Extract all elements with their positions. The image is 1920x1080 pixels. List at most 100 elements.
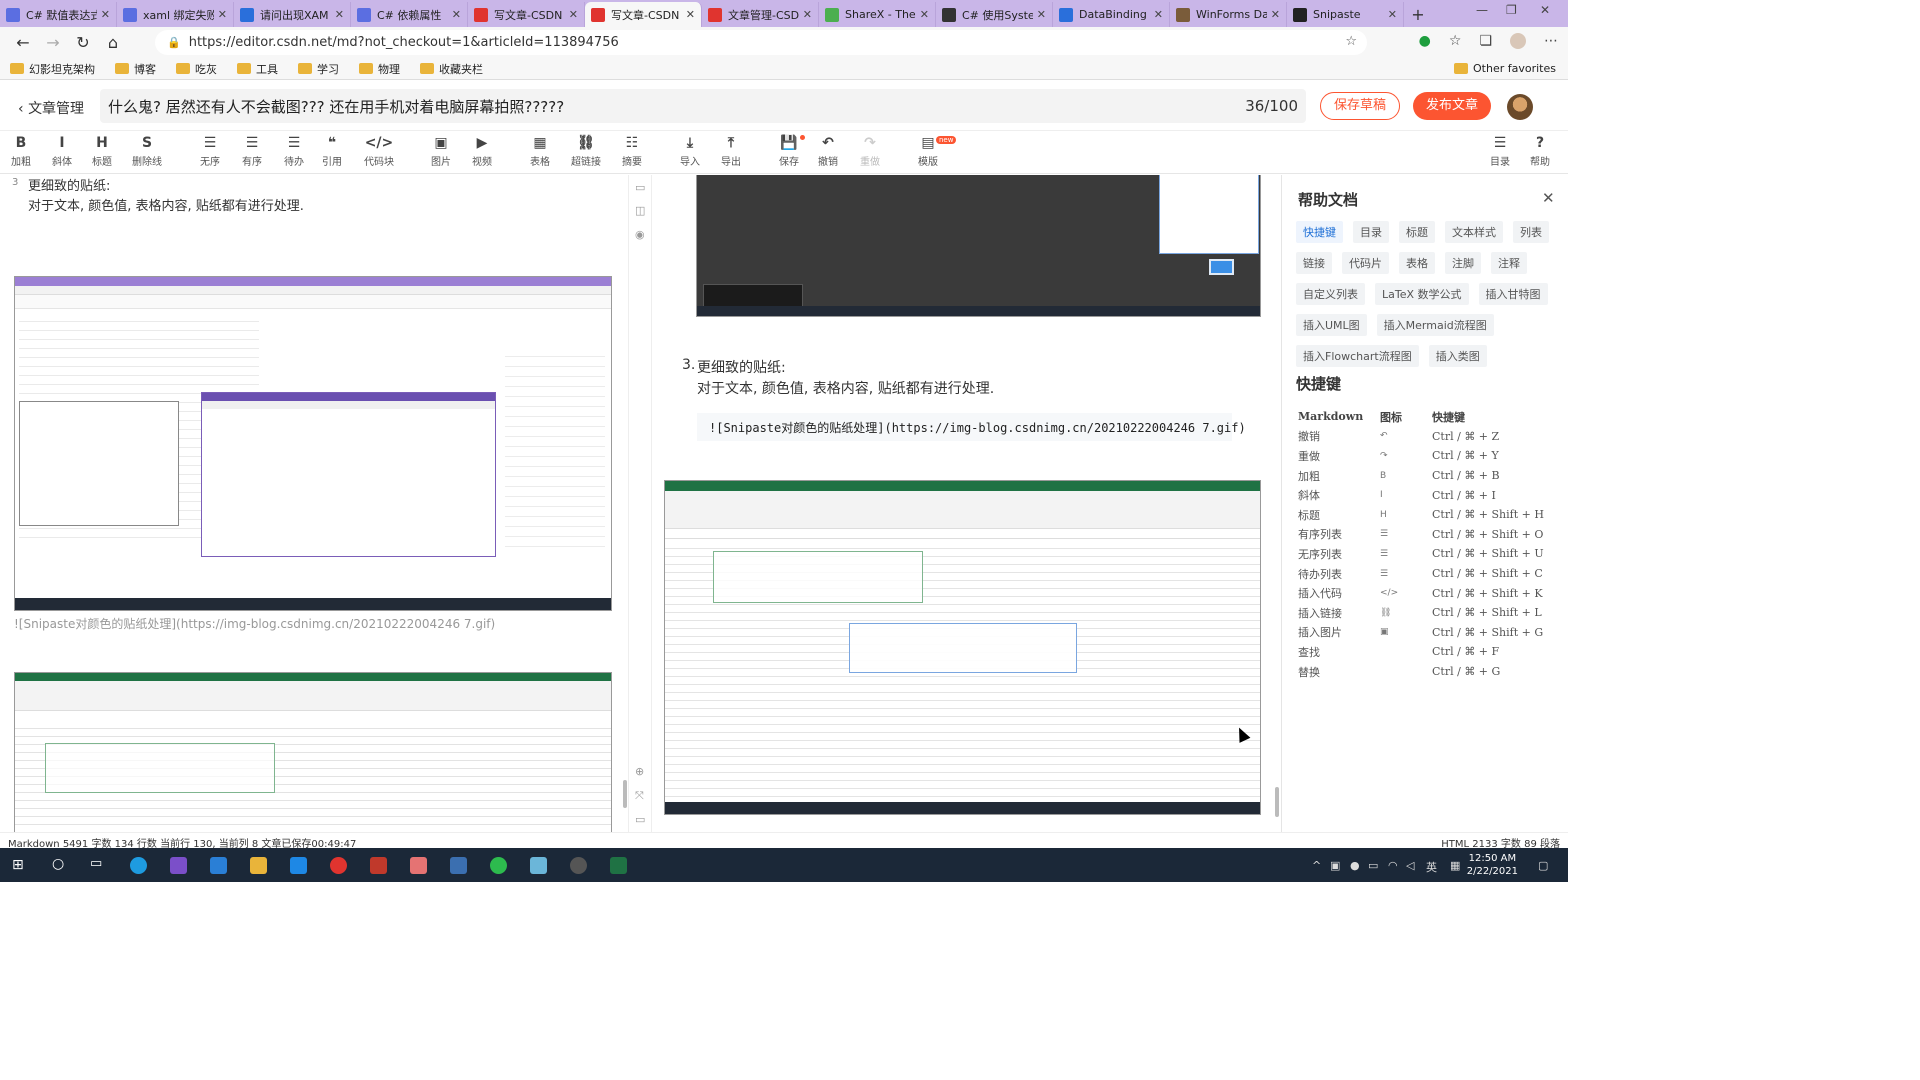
browser-tab[interactable]: 写文章-CSDN ✕ [585, 2, 702, 27]
bookmark-folder[interactable]: 工具 [237, 61, 278, 77]
browser-tab[interactable]: 文章管理-CSD ✕ [702, 2, 819, 27]
profile-icon[interactable] [1510, 33, 1526, 49]
browser-tab[interactable]: C# 默值表达式 ✕ [0, 2, 117, 27]
tab-close-icon[interactable]: ✕ [1271, 8, 1280, 21]
browser-tab[interactable]: xaml 绑定失败 ✕ [117, 2, 234, 27]
toolbar-help-button[interactable]: ? 帮助 [1530, 135, 1550, 168]
forward-icon[interactable]: → [38, 33, 68, 52]
tab-close-icon[interactable]: ✕ [335, 8, 344, 21]
extension-icon[interactable]: ● [1419, 33, 1431, 49]
close-icon[interactable]: ✕ [1542, 189, 1555, 207]
preview-eye-icon[interactable]: ◉ [635, 228, 645, 241]
toolbar-export-button[interactable]: ⤒ 导出 [721, 135, 741, 168]
star-app-icon[interactable] [290, 857, 307, 874]
url-bar[interactable]: 🔒 https://editor.csdn.net/md?not_checkou… [155, 30, 1367, 55]
toolbar-import-button[interactable]: ⤓ 导入 [680, 135, 700, 168]
help-tag[interactable]: 注释 [1491, 252, 1527, 274]
save-draft-button[interactable]: 保存草稿 [1320, 92, 1400, 120]
notification-icon[interactable]: ▢ [1538, 859, 1548, 872]
article-title-input[interactable]: 什么鬼? 居然还有人不会截图??? 还在用手机对着电脑屏幕拍照????? 36/… [100, 89, 1306, 123]
publish-button[interactable]: 发布文章 [1413, 92, 1491, 120]
toolbar-undo-button[interactable]: ↶ 撤销 [818, 135, 838, 168]
minimize-icon[interactable]: — [1476, 3, 1488, 17]
help-tag[interactable]: 文本样式 [1445, 221, 1503, 243]
toolbar-template-button[interactable]: ▤ 模版 [918, 135, 938, 168]
toolbar-code-block-button[interactable]: </> 代码块 [364, 135, 394, 168]
app-icon[interactable] [370, 857, 387, 874]
bookmark-folder[interactable]: 幻影坦克架构 [10, 61, 95, 77]
help-tag[interactable]: 插入UML图 [1296, 314, 1367, 336]
help-tag[interactable]: 快捷键 [1296, 221, 1343, 243]
tab-close-icon[interactable]: ✕ [569, 8, 578, 21]
browser-tab[interactable]: Snipaste ✕ [1287, 2, 1404, 27]
wechat-icon[interactable] [490, 857, 507, 874]
more-icon[interactable]: ⋯ [1544, 33, 1558, 49]
toolbar-video-button[interactable]: ▶ 视频 [472, 135, 492, 168]
scroll-bottom-icon[interactable]: ▭ [635, 813, 645, 826]
toolbar-image-button[interactable]: ▣ 图片 [431, 135, 451, 168]
toolbar-unordered-list-button[interactable]: ☰ 无序 [200, 135, 220, 168]
tray-chevron-icon[interactable]: ^ [1312, 859, 1321, 872]
favorite-star-icon[interactable]: ☆ [1345, 34, 1357, 49]
battery-icon[interactable]: ▭ [1368, 859, 1378, 872]
back-icon[interactable]: ← [8, 33, 38, 52]
help-tag[interactable]: 标题 [1399, 221, 1435, 243]
toolbar-quote-button[interactable]: ❝ 引用 [322, 135, 342, 168]
toolbar-strikethrough-button[interactable]: S 删除线 [132, 135, 162, 168]
bookmark-folder[interactable]: 吃灰 [176, 61, 217, 77]
tab-close-icon[interactable]: ✕ [1154, 8, 1163, 21]
browser-tab[interactable]: 写文章-CSDN ✕ [468, 2, 585, 27]
tab-close-icon[interactable]: ✕ [1388, 8, 1397, 21]
github-icon[interactable] [570, 857, 587, 874]
browser-tab[interactable]: C# 使用Syster ✕ [936, 2, 1053, 27]
browser-tab[interactable]: DataBinding ✕ [1053, 2, 1170, 27]
browser-tab[interactable]: WinForms Da ✕ [1170, 2, 1287, 27]
toolbar-todo-list-button[interactable]: ☰ 待办 [284, 135, 304, 168]
browser-tab[interactable]: 请问出现XAM ✕ [234, 2, 351, 27]
help-tag[interactable]: 插入Mermaid流程图 [1376, 314, 1494, 336]
volume-icon[interactable]: ◁ [1406, 859, 1414, 872]
bookmark-folder[interactable]: 收藏夹栏 [420, 61, 483, 77]
app-icon-2[interactable] [450, 857, 467, 874]
help-tag[interactable]: 列表 [1513, 221, 1549, 243]
help-tag[interactable]: 注脚 [1445, 252, 1481, 274]
toolbar-toc-button[interactable]: ☰ 目录 [1490, 135, 1510, 168]
tab-close-icon[interactable]: ✕ [101, 8, 110, 21]
toolbar-redo-button[interactable]: ↷ 重做 [860, 135, 880, 168]
help-tag[interactable]: 代码片 [1342, 252, 1389, 274]
target-icon[interactable]: ⊕ [635, 765, 644, 778]
toolbar-summary-button[interactable]: ☷ 摘要 [622, 135, 642, 168]
help-tag[interactable]: 插入类图 [1428, 345, 1487, 367]
browser-tab[interactable]: ShareX - The ✕ [819, 2, 936, 27]
collections-icon[interactable]: ❏ [1479, 33, 1492, 49]
help-tag[interactable]: 链接 [1296, 252, 1332, 274]
toolbar-save-button[interactable]: 💾 保存 [779, 135, 799, 168]
toolbar-bold-button[interactable]: B 加粗 [11, 135, 31, 168]
toolbar-heading-button[interactable]: H 标题 [92, 135, 112, 168]
close-window-icon[interactable]: ✕ [1540, 3, 1550, 17]
help-tag[interactable]: LaTeX 数学公式 [1375, 283, 1469, 305]
markdown-editor[interactable]: 3 更细致的贴纸: 对于文本, 颜色值, 表格内容, 贴纸都有进行处理. ![S… [0, 175, 628, 832]
tab-close-icon[interactable]: ✕ [1037, 8, 1046, 21]
tab-close-icon[interactable]: ✕ [803, 8, 812, 21]
browser-tab[interactable]: C# 依赖属性 ✕ [351, 2, 468, 27]
home-icon[interactable]: ⌂ [98, 33, 128, 52]
bookmark-folder[interactable]: 物理 [359, 61, 400, 77]
tray-app-icon[interactable]: ▣ [1330, 859, 1340, 872]
search-icon[interactable]: ○ [52, 856, 64, 872]
task-view-icon[interactable]: ▭ [90, 856, 102, 871]
visual-studio-icon[interactable] [170, 857, 187, 874]
tab-close-icon[interactable]: ✕ [920, 8, 929, 21]
expand-icon[interactable]: ⤧ [635, 789, 644, 803]
help-tag[interactable]: 插入Flowchart流程图 [1296, 345, 1419, 367]
toolbar-ordered-list-button[interactable]: ☰ 有序 [242, 135, 262, 168]
file-explorer-icon[interactable] [250, 857, 267, 874]
toolbar-table-button[interactable]: ▦ 表格 [530, 135, 550, 168]
tab-close-icon[interactable]: ✕ [686, 8, 695, 21]
clock[interactable]: 12:50 AM 2/22/2021 [1467, 852, 1518, 878]
toolbar-italic-button[interactable]: I 斜体 [52, 135, 72, 168]
preview-scrollbar[interactable] [1275, 787, 1279, 817]
editor-icon[interactable] [210, 857, 227, 874]
snipaste-icon[interactable] [410, 857, 427, 874]
notepad-icon[interactable] [530, 857, 547, 874]
